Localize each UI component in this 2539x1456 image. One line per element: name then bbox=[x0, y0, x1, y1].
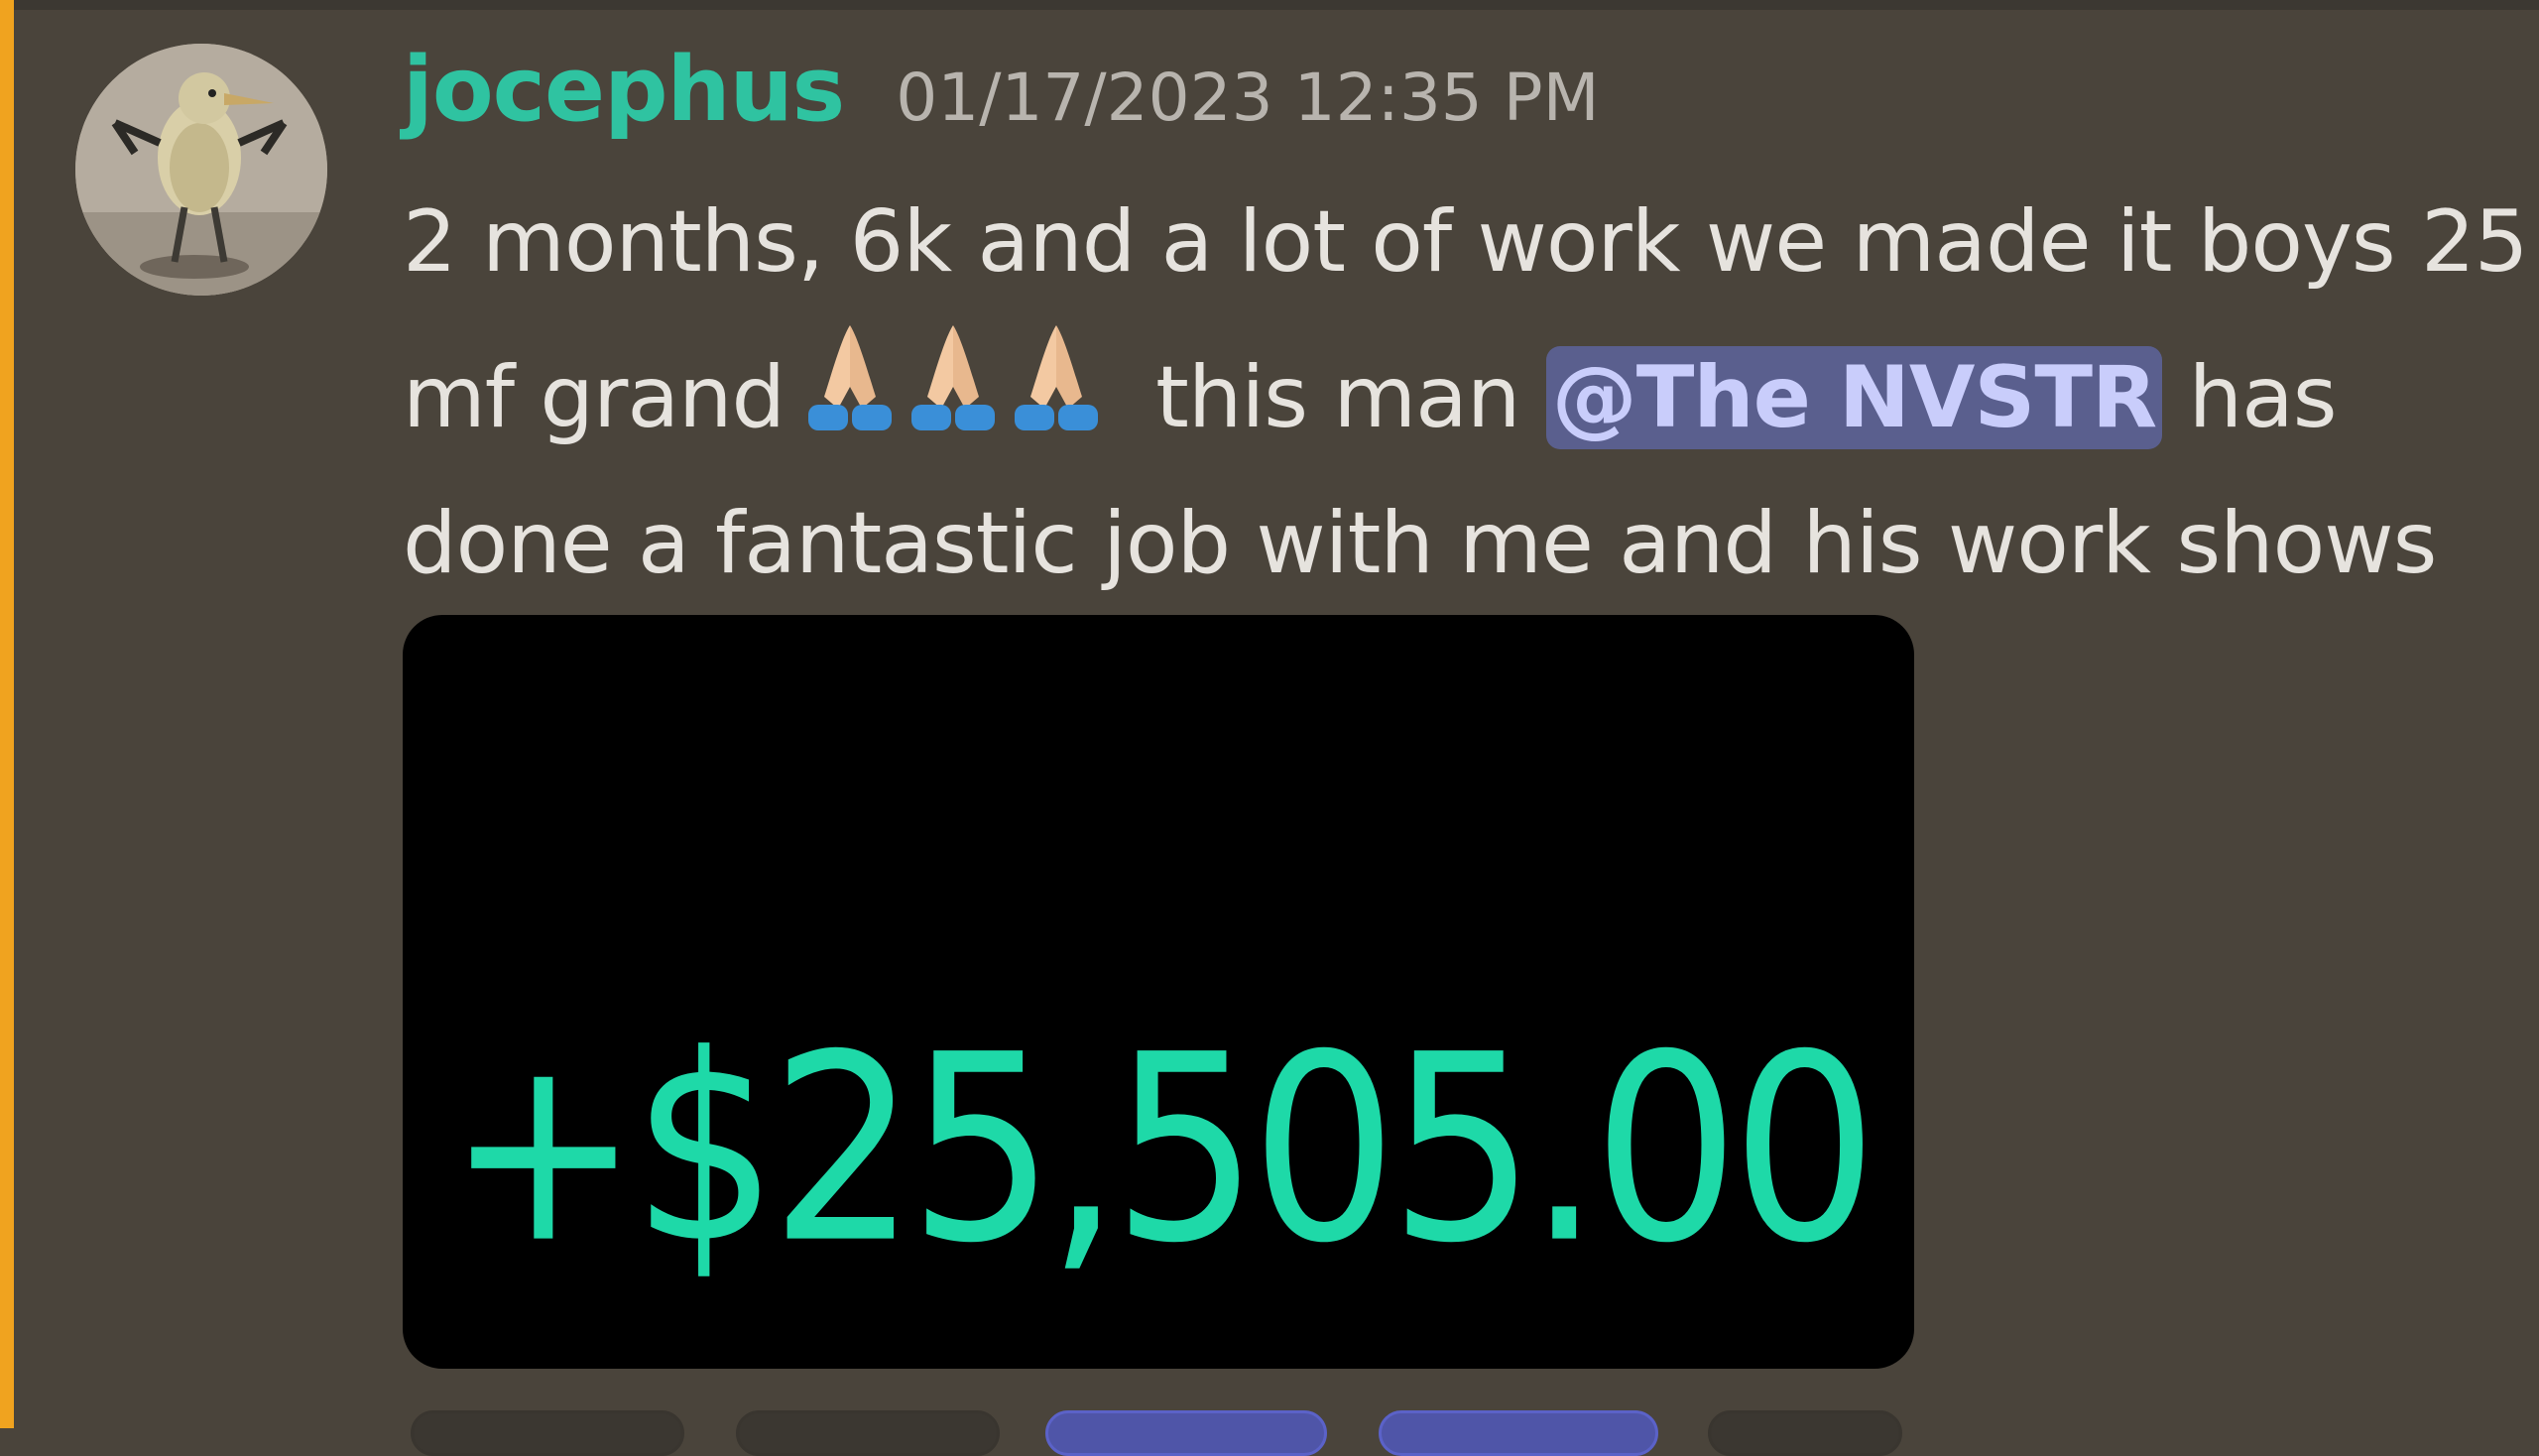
reaction-button[interactable] bbox=[411, 1410, 684, 1456]
message-line-1: 2 months, 6k and a lot of work we made i… bbox=[403, 192, 2528, 292]
message-header: jocephus 01/17/2023 12:35 PM bbox=[403, 38, 1600, 147]
message-line-2: mf grand this man @The NVSTR has bbox=[403, 317, 2535, 468]
reaction-button[interactable] bbox=[1379, 1410, 1658, 1456]
reaction-bar bbox=[403, 1410, 1902, 1456]
message-line-3: done a fantastic job with me and his wor… bbox=[403, 494, 2437, 593]
message-timestamp: 01/17/2023 12:35 PM bbox=[896, 60, 1600, 136]
emoji-group bbox=[802, 317, 1112, 473]
user-avatar[interactable] bbox=[75, 44, 327, 296]
chat-message: jocephus 01/17/2023 12:35 PM 2 months, 6… bbox=[0, 0, 2539, 1456]
message-text: this man bbox=[1155, 348, 1520, 447]
folded-hands-icon bbox=[906, 317, 1001, 434]
reaction-button[interactable] bbox=[736, 1410, 1000, 1456]
reaction-button[interactable] bbox=[1045, 1410, 1327, 1456]
message-text: has bbox=[2188, 348, 2338, 447]
reaction-button[interactable] bbox=[1708, 1410, 1902, 1456]
username[interactable]: jocephus bbox=[403, 38, 845, 142]
bird-avatar-icon bbox=[75, 44, 327, 296]
user-mention[interactable]: @The NVSTR bbox=[1545, 346, 2163, 449]
folded-hands-icon bbox=[1009, 317, 1104, 434]
image-attachment[interactable]: +$25,505.00 bbox=[403, 615, 1914, 1369]
message-text: mf grand bbox=[403, 348, 786, 447]
message-content: 2 months, 6k and a lot of work we made i… bbox=[403, 167, 2535, 619]
folded-hands-icon bbox=[802, 317, 898, 434]
profit-amount: +$25,505.00 bbox=[446, 999, 1878, 1300]
